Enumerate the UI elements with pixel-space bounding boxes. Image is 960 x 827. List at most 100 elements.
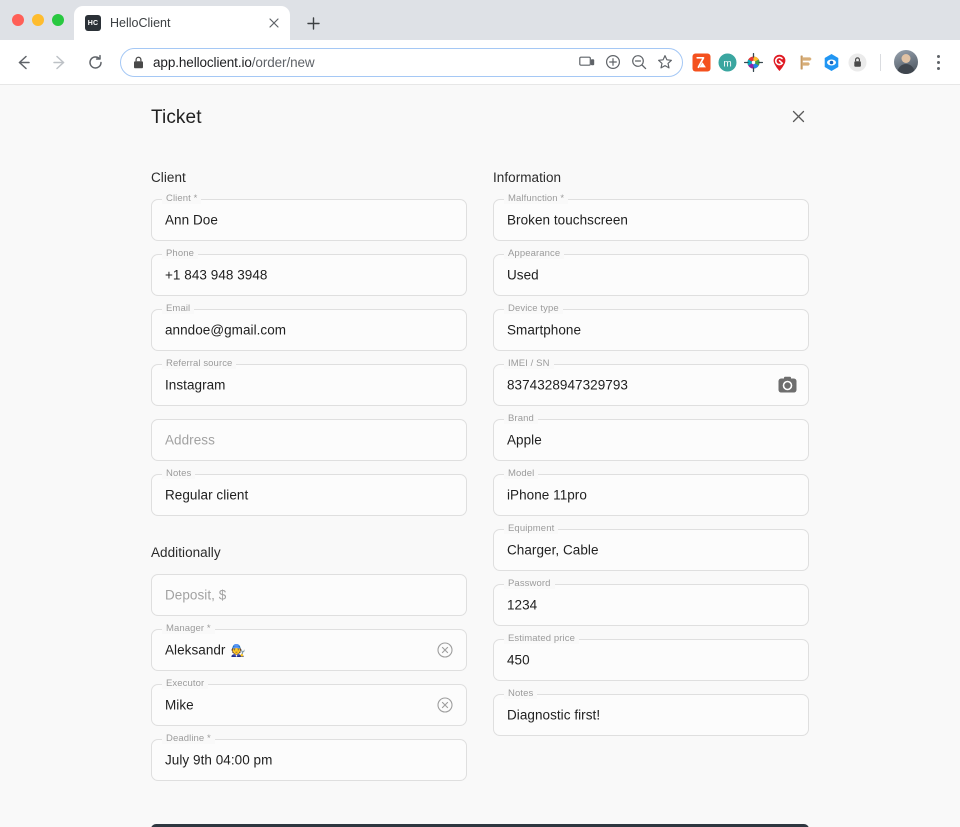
field-value: Aleksandr 🧑‍🔧 xyxy=(165,643,425,658)
field-label: Password xyxy=(504,578,555,589)
maximize-window-button[interactable] xyxy=(52,14,64,26)
field-model[interactable]: Model iPhone 11pro xyxy=(493,474,809,516)
window-traffic-lights xyxy=(10,0,74,40)
page-content: Ticket Client Client * Ann Doe Phone +1 … xyxy=(0,84,960,827)
field-label: Equipment xyxy=(504,523,558,534)
field-client-notes[interactable]: Notes Regular client xyxy=(151,474,467,516)
svg-text:m: m xyxy=(723,58,731,69)
field-appearance[interactable]: Appearance Used xyxy=(493,254,809,296)
browser-chrome: HC HelloClient xyxy=(0,0,960,84)
field-manager[interactable]: Manager * Aleksandr 🧑‍🔧 xyxy=(151,629,467,671)
field-value: Diagnostic first! xyxy=(507,708,767,723)
field-placeholder: Address xyxy=(165,433,425,448)
kebab-menu-icon[interactable] xyxy=(926,49,950,75)
clear-icon[interactable] xyxy=(435,695,455,715)
field-value: iPhone 11pro xyxy=(507,488,767,503)
minimize-window-button[interactable] xyxy=(32,14,44,26)
color-target-icon[interactable] xyxy=(743,52,763,72)
clear-icon[interactable] xyxy=(435,640,455,660)
zoom-in-icon[interactable] xyxy=(600,49,626,75)
field-label: Notes xyxy=(162,468,195,479)
browser-tab[interactable]: HC HelloClient xyxy=(74,6,290,40)
field-referral-source[interactable]: Referral source Instagram xyxy=(151,364,467,406)
address-bar[interactable]: app.helloclient.io/order/new xyxy=(120,48,683,77)
url-path: /order/new xyxy=(252,55,315,70)
close-window-button[interactable] xyxy=(12,14,24,26)
field-value: Charger, Cable xyxy=(507,543,767,558)
manager-name: Aleksandr xyxy=(165,643,225,658)
url-text: app.helloclient.io/order/new xyxy=(153,55,574,70)
field-value: July 9th 04:00 pm xyxy=(165,753,425,768)
field-imei-sn[interactable]: IMEI / SN 8374328947329793 xyxy=(493,364,809,406)
field-label: Manager * xyxy=(162,623,215,634)
tab-strip: HC HelloClient xyxy=(0,0,960,40)
cast-icon[interactable] xyxy=(574,49,600,75)
field-deadline[interactable]: Deadline * July 9th 04:00 pm xyxy=(151,739,467,781)
zoom-out-icon[interactable] xyxy=(626,49,652,75)
field-device-type[interactable]: Device type Smartphone xyxy=(493,309,809,351)
field-brand[interactable]: Brand Apple xyxy=(493,419,809,461)
mechanic-emoji-icon: 🧑‍🔧 xyxy=(230,644,245,656)
close-icon[interactable] xyxy=(787,105,809,127)
lock-badge-icon[interactable] xyxy=(847,52,867,72)
field-phone[interactable]: Phone +1 843 948 3948 xyxy=(151,254,467,296)
back-arrow-icon[interactable] xyxy=(8,47,38,77)
field-information-notes[interactable]: Notes Diagnostic first! xyxy=(493,694,809,736)
field-label: Device type xyxy=(504,303,563,314)
field-password[interactable]: Password 1234 xyxy=(493,584,809,626)
camera-icon[interactable] xyxy=(777,375,797,395)
reload-icon[interactable] xyxy=(80,47,110,77)
field-value: Mike xyxy=(165,698,425,713)
signpost-icon[interactable] xyxy=(795,52,815,72)
field-placeholder: Deposit, $ xyxy=(165,588,425,603)
browser-toolbar: app.helloclient.io/order/new xyxy=(0,40,960,84)
field-value: 450 xyxy=(507,653,767,668)
grammarly-g-pin-icon[interactable] xyxy=(769,52,789,72)
field-equipment[interactable]: Equipment Charger, Cable xyxy=(493,529,809,571)
field-email[interactable]: Email anndoe@gmail.com xyxy=(151,309,467,351)
field-label: Referral source xyxy=(162,358,236,369)
form-columns: Client Client * Ann Doe Phone +1 843 948… xyxy=(151,170,810,794)
field-malfunction[interactable]: Malfunction * Broken touchscreen xyxy=(493,199,809,241)
ticket-sheet: Ticket Client Client * Ann Doe Phone +1 … xyxy=(0,85,960,794)
field-label: Appearance xyxy=(504,248,564,259)
section-heading-additionally: Additionally xyxy=(151,545,467,560)
field-label: Executor xyxy=(162,678,208,689)
tab-title: HelloClient xyxy=(110,16,256,30)
right-column: Information Malfunction * Broken touchsc… xyxy=(493,170,809,794)
lock-icon xyxy=(133,56,144,69)
sheet-header: Ticket xyxy=(151,107,810,151)
field-label: Deadline * xyxy=(162,733,215,744)
field-label: Phone xyxy=(162,248,198,259)
field-client[interactable]: Client * Ann Doe xyxy=(151,199,467,241)
field-value: Apple xyxy=(507,433,767,448)
new-tab-button[interactable] xyxy=(299,9,327,37)
avatar[interactable] xyxy=(894,50,918,74)
field-deposit[interactable]: Deposit, $ xyxy=(151,574,467,616)
field-label: Malfunction * xyxy=(504,193,568,204)
extension-icons: m xyxy=(691,49,950,75)
url-domain: app.helloclient.io xyxy=(153,55,252,70)
field-label: Estimated price xyxy=(504,633,579,644)
field-value: Smartphone xyxy=(507,323,767,338)
forward-arrow-icon[interactable] xyxy=(44,47,74,77)
percent-square-icon[interactable] xyxy=(691,52,711,72)
field-value: Instagram xyxy=(165,378,425,393)
bookmark-star-icon[interactable] xyxy=(652,49,678,75)
field-address[interactable]: Address xyxy=(151,419,467,461)
field-value: Used xyxy=(507,268,767,283)
field-label: Notes xyxy=(504,688,537,699)
mailchimp-m-icon[interactable]: m xyxy=(717,52,737,72)
field-value: +1 843 948 3948 xyxy=(165,268,425,283)
field-label: Model xyxy=(504,468,538,479)
field-label: Brand xyxy=(504,413,538,424)
field-estimated-price[interactable]: Estimated price 450 xyxy=(493,639,809,681)
eye-hexagon-icon[interactable] xyxy=(821,52,841,72)
favicon-icon: HC xyxy=(85,15,101,31)
field-executor[interactable]: Executor Mike xyxy=(151,684,467,726)
close-icon[interactable] xyxy=(265,15,282,32)
field-label: Email xyxy=(162,303,194,314)
field-label: IMEI / SN xyxy=(504,358,554,369)
field-value: Ann Doe xyxy=(165,213,425,228)
field-value: Broken touchscreen xyxy=(507,213,767,228)
